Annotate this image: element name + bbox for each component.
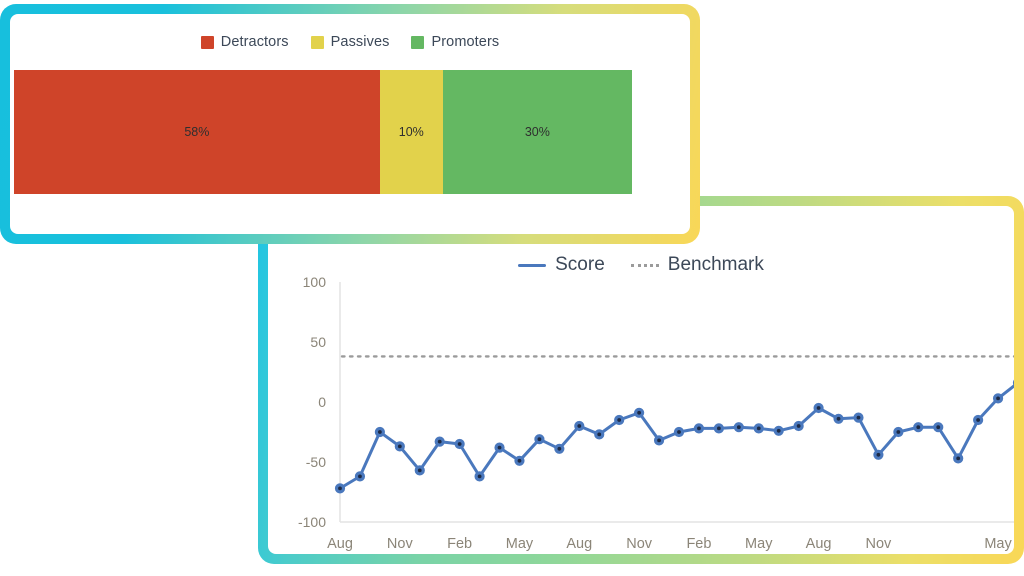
- score-data-point-core: [697, 426, 701, 431]
- legend-item-passives[interactable]: Passives: [310, 34, 390, 50]
- score-data-point-core: [577, 424, 582, 428]
- x-axis-tick-label: Aug: [566, 536, 592, 552]
- score-data-point-core: [876, 452, 881, 457]
- score-data-point-core: [417, 468, 422, 473]
- score-data-point-core: [338, 486, 342, 491]
- score-data-point-core: [437, 439, 442, 444]
- x-axis-tick-label: May: [506, 536, 534, 552]
- nps-legend: Detractors Passives Promoters: [10, 14, 690, 50]
- y-axis-tick-label: 50: [310, 334, 326, 350]
- x-axis-tick-label: Aug: [806, 536, 832, 552]
- score-data-point-core: [916, 425, 921, 430]
- nps-card-body: Detractors Passives Promoters 58% 10% 30…: [10, 14, 690, 234]
- x-axis-tick-label: Feb: [447, 536, 472, 552]
- score-data-point-core: [716, 426, 721, 431]
- legend-swatch-detractors: [200, 35, 214, 49]
- x-axis-tick-label: Nov: [387, 536, 414, 552]
- score-data-point-core: [377, 430, 382, 434]
- score-data-point-core: [657, 438, 661, 443]
- score-data-point-core: [497, 445, 502, 450]
- legend-swatch-promoters: [411, 35, 425, 49]
- y-axis-tick-label: 100: [303, 274, 327, 290]
- score-data-point-core: [736, 425, 741, 430]
- x-axis-tick-label: May: [984, 536, 1012, 552]
- y-axis-tick-label: -50: [306, 454, 326, 470]
- score-data-point-core: [477, 474, 482, 479]
- score-data-point-core: [756, 426, 761, 431]
- x-axis-tick-label: Aug: [327, 536, 353, 552]
- score-data-point-core: [517, 458, 522, 463]
- x-axis-tick-label: May: [745, 536, 773, 552]
- legend-label-detractors: Detractors: [220, 34, 289, 50]
- nps-stacked-bar-chart: 58% 10% 30%: [14, 70, 632, 194]
- legend-label-passives: Passives: [330, 34, 390, 50]
- score-data-point-core: [617, 418, 622, 422]
- score-data-point-core: [836, 416, 841, 421]
- legend-label-promoters: Promoters: [431, 34, 500, 50]
- trend-card-body: Score Benchmark 100 50 0 -50 -100 Aug Nov Feb Ma…: [268, 206, 1014, 554]
- x-axis-tick-label: Nov: [866, 536, 893, 552]
- legend-item-detractors[interactable]: Detractors: [200, 34, 289, 50]
- bar-segment-detractors[interactable]: 58%: [14, 70, 380, 194]
- score-data-point-core: [796, 424, 801, 428]
- score-data-point-core: [856, 415, 861, 420]
- score-data-point-core: [677, 430, 681, 434]
- score-data-point-core: [896, 430, 901, 434]
- score-trend-plot: 100 50 0 -50 -100 Aug Nov Feb May Aug Nov Feb May Aug…: [268, 264, 1014, 554]
- score-data-point-core: [557, 446, 562, 451]
- nps-breakdown-card: Detractors Passives Promoters 58% 10% 30…: [0, 4, 700, 244]
- x-axis-tick-label: Nov: [626, 536, 653, 552]
- y-axis-tick-label: 0: [318, 394, 326, 410]
- bar-segment-passives[interactable]: 10%: [379, 70, 443, 194]
- score-data-point-core: [956, 456, 961, 461]
- bar-segment-label-detractors: 58%: [184, 125, 210, 139]
- score-data-point-core: [537, 437, 542, 442]
- bar-segment-label-passives: 10%: [398, 125, 424, 139]
- score-data-point-core: [936, 425, 941, 430]
- score-data-point-core: [358, 474, 362, 479]
- score-data-point-core: [457, 442, 462, 446]
- x-axis-tick-label: Feb: [686, 536, 711, 552]
- score-data-point-core: [976, 418, 981, 422]
- bar-segment-label-promoters: 30%: [524, 125, 550, 139]
- stacked-bar: 58% 10% 30%: [14, 70, 632, 194]
- bar-segment-promoters[interactable]: 30%: [442, 70, 632, 194]
- score-trend-card: Score Benchmark 100 50 0 -50 -100 Aug Nov Feb Ma…: [258, 196, 1024, 564]
- score-data-point-core: [397, 444, 402, 449]
- legend-swatch-passives: [310, 35, 324, 49]
- score-data-point-core: [637, 410, 642, 415]
- legend-item-promoters[interactable]: Promoters: [411, 34, 499, 50]
- score-data-point-core: [776, 428, 781, 433]
- trend-line-chart: 100500-50-100Aug Nov Feb May Aug Nov Feb May Aug…: [298, 274, 1014, 552]
- score-data-point-core: [996, 396, 1000, 401]
- score-data-point-core: [816, 406, 821, 410]
- y-axis-tick-label: -100: [298, 514, 326, 530]
- score-data-point-core: [597, 432, 602, 437]
